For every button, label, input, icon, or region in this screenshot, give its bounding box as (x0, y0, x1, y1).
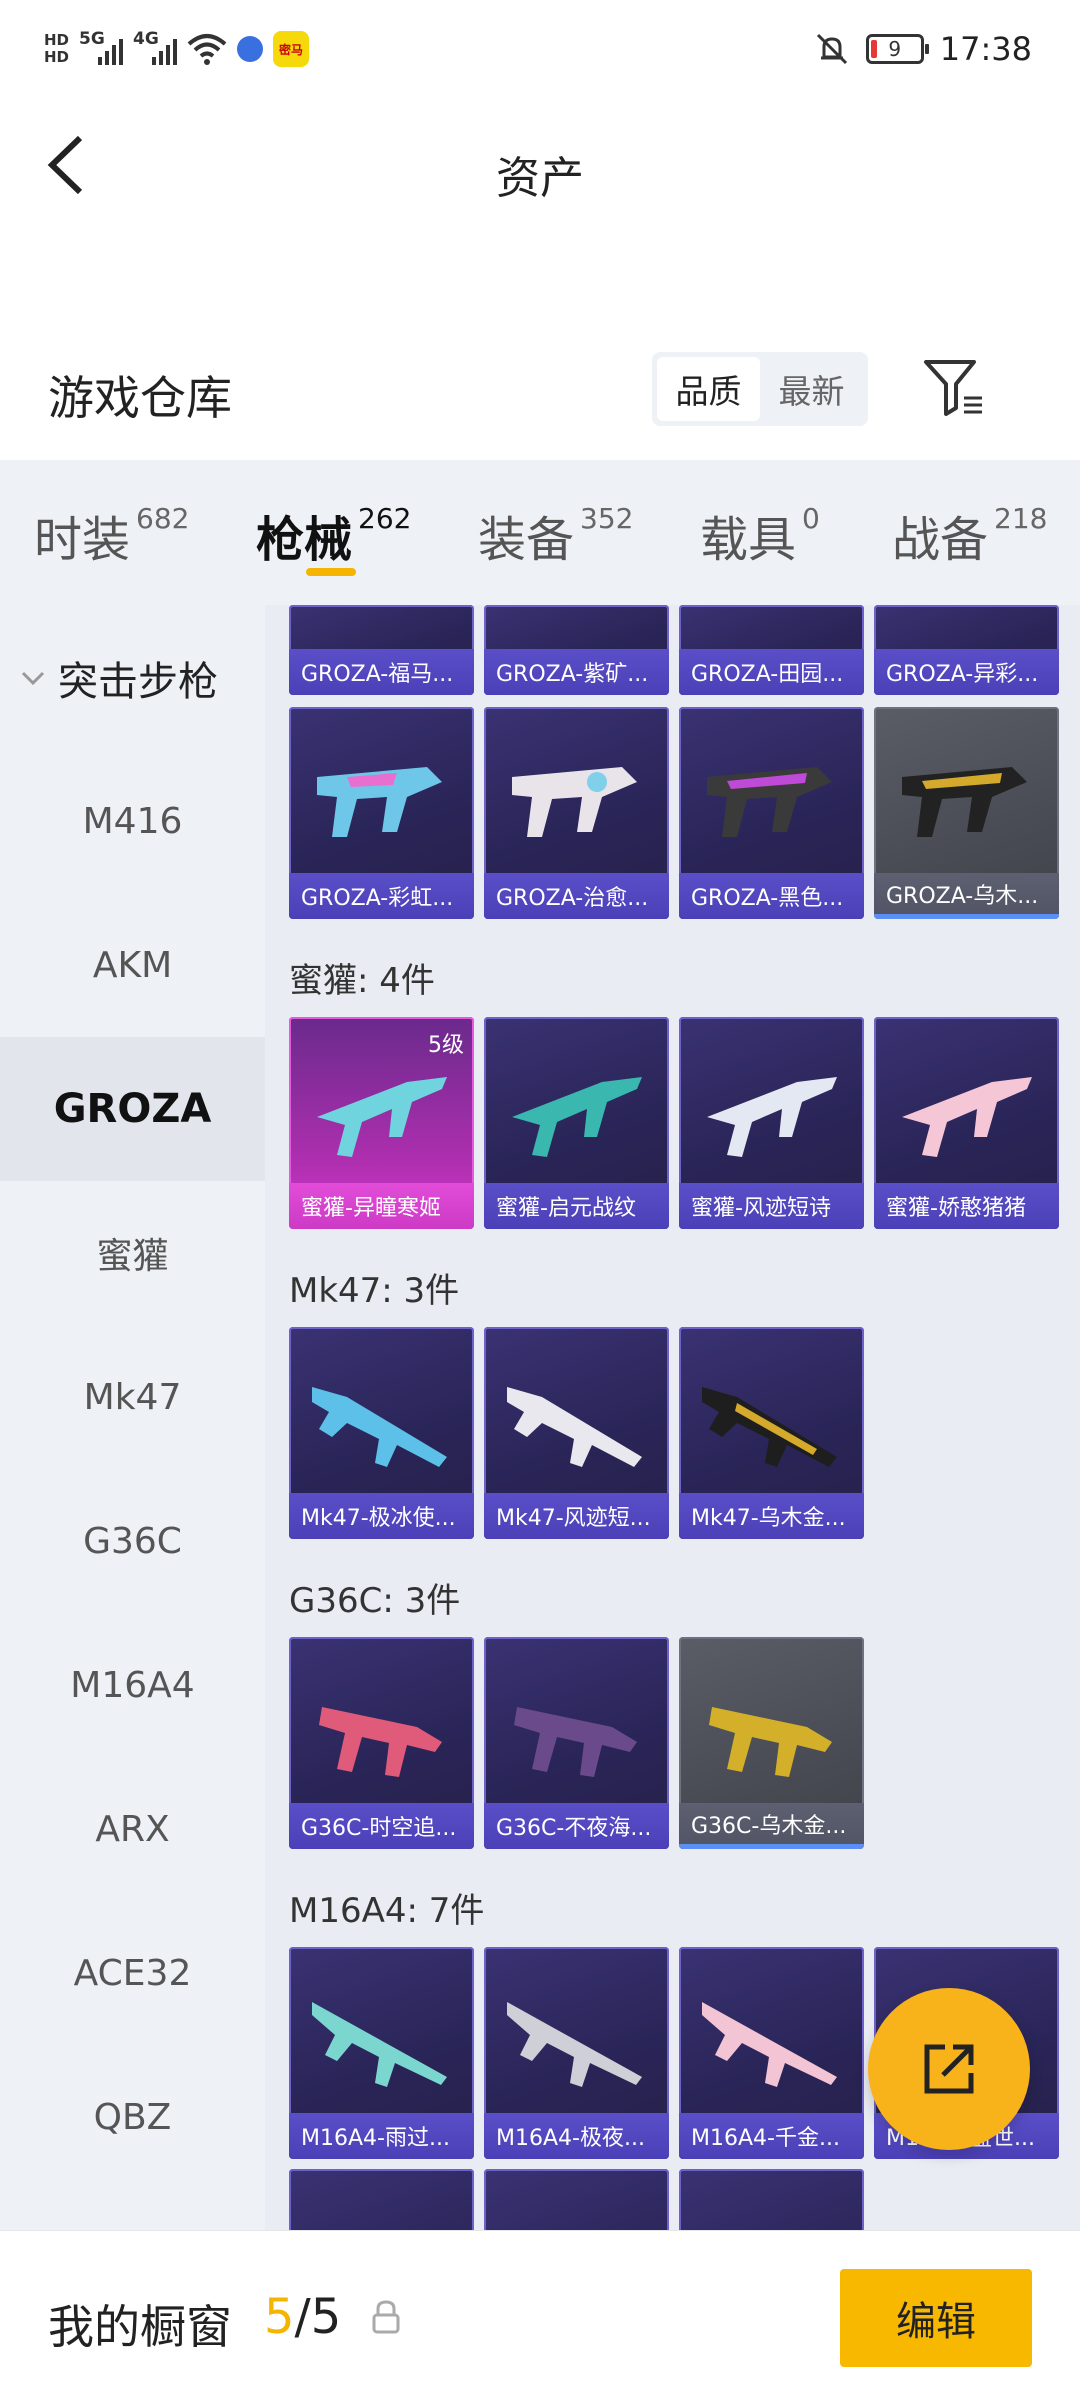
rifle-icon (702, 2002, 837, 2087)
battery-icon: 9 (865, 34, 929, 64)
filter-icon[interactable] (920, 354, 986, 420)
skin-card[interactable]: GROZA-乌木... (874, 707, 1059, 919)
smg-icon (902, 1077, 1032, 1157)
smg-icon (707, 1077, 837, 1157)
app-notification-icon (237, 36, 264, 62)
skin-card[interactable]: GROZA-异彩... (874, 605, 1059, 695)
sidebar-item-m416[interactable]: M416 (0, 749, 265, 893)
rifle-icon (902, 767, 1027, 837)
skin-card[interactable]: Mk47-乌木金... (679, 1327, 864, 1539)
skin-card[interactable] (484, 2169, 669, 2230)
skin-card[interactable]: 蜜獾-娇憨猪猪 (874, 1017, 1059, 1229)
section-title-g36c: G36C: 3件 (289, 1581, 461, 1621)
warehouse-title: 游戏仓库 (48, 371, 232, 425)
tab-firearms[interactable]: 枪械 262 (256, 500, 411, 570)
sidebar-item-m16a4[interactable]: M16A4 (0, 1613, 265, 1757)
skin-card[interactable]: M16A4-千金... (679, 1947, 864, 2159)
smg-icon (709, 1707, 832, 1777)
wifi-icon (187, 34, 227, 65)
signal-5g-icon: 5G (79, 29, 124, 69)
skin-grid-area: GROZA-福马... GROZA-紫矿... GROZA-田园... GROZ… (265, 605, 1080, 2230)
skin-card[interactable]: G36C-乌木金... (679, 1637, 864, 1849)
status-bar: HD HD 5G 4G 密马 9 17:38 (0, 0, 1080, 100)
share-icon (924, 2044, 974, 2094)
sort-quality-button[interactable]: 品质 (657, 357, 760, 421)
edit-button[interactable]: 编辑 (840, 2269, 1032, 2367)
rifle-icon (507, 2002, 642, 2087)
skin-card[interactable]: GROZA-福马... (289, 605, 474, 695)
rifle-icon (702, 1387, 837, 1467)
sort-latest-button[interactable]: 最新 (760, 357, 863, 421)
sidebar-item-ace32[interactable]: ACE32 (0, 1901, 265, 2045)
rifle-icon (707, 767, 832, 837)
rifle-icon (507, 1387, 642, 1467)
page-title: 资产 (496, 153, 584, 204)
skin-card[interactable]: 蜜獾-启元战纹 (484, 1017, 669, 1229)
skin-card[interactable]: Mk47-风迹短... (484, 1327, 669, 1539)
sidebar-item-qbz[interactable]: QBZ (0, 2045, 265, 2189)
rifle-icon (312, 1387, 447, 1467)
section-title-honey-badger: 蜜獾: 4件 (289, 961, 435, 1001)
skin-card[interactable]: GROZA-田园... (679, 605, 864, 695)
skin-card[interactable]: GROZA-治愈... (484, 707, 669, 919)
share-button[interactable] (868, 1988, 1030, 2150)
active-tab-indicator (306, 568, 356, 576)
skin-card[interactable]: GROZA-彩虹... (289, 707, 474, 919)
skin-card[interactable]: M16A4-极夜... (484, 1947, 669, 2159)
sidebar-item-groza[interactable]: GROZA (0, 1037, 265, 1181)
rifle-icon (512, 767, 637, 837)
smg-icon (319, 1707, 442, 1777)
m16a4-row-2 (289, 2169, 864, 2230)
groza-row-1: GROZA-福马... GROZA-紫矿... GROZA-田园... GROZ… (289, 605, 1059, 695)
mk47-row: Mk47-极冰使... Mk47-风迹短... Mk47-乌木金... (289, 1327, 864, 1539)
sort-toggle: 品质 最新 (652, 352, 868, 426)
tab-fashion[interactable]: 时装 682 (34, 500, 189, 570)
sidebar-item-akm[interactable]: AKM (0, 893, 265, 1037)
signal-4g-icon: 4G (133, 29, 178, 69)
warehouse-header: 游戏仓库 品质 最新 (0, 320, 1080, 460)
status-right: 9 17:38 (814, 26, 1032, 72)
skin-card[interactable]: G36C-不夜海... (484, 1637, 669, 1849)
skin-card[interactable] (289, 2169, 474, 2230)
rifle-icon (317, 767, 442, 837)
sidebar-group-assault-rifles[interactable]: 突击步枪 (20, 649, 218, 707)
skin-card[interactable]: 蜜獾-风迹短诗 (679, 1017, 864, 1229)
tab-supplies[interactable]: 战备 218 (892, 500, 1047, 570)
sidebar-item-honey-badger[interactable]: 蜜獾 (0, 1181, 265, 1325)
sidebar-item-arx[interactable]: ARX (0, 1757, 265, 1901)
clock: 17:38 (939, 30, 1032, 68)
lock-icon (372, 2300, 400, 2334)
sidebar-item-g36c[interactable]: G36C (0, 1469, 265, 1613)
skin-card[interactable]: GROZA-紫矿... (484, 605, 669, 695)
honey-badger-row: 5级 蜜獾-异瞳寒姬 蜜獾-启元战纹 蜜獾-风迹短诗 蜜獾-娇憨猪猪 (289, 1017, 1059, 1229)
showcase-bar: 我的橱窗 5/5 编辑 (0, 2230, 1080, 2400)
app-badge-icon: 密马 (273, 31, 310, 67)
skin-card[interactable]: Mk47-极冰使... (289, 1327, 474, 1539)
weapon-sidebar: 突击步枪 M416 AKM GROZA 蜜獾 Mk47 G36C M16A4 A… (0, 605, 265, 2230)
category-tabs: 时装 682 枪械 262 装备 352 载具 0 战备 218 (0, 460, 1080, 605)
smg-icon (317, 1077, 447, 1157)
skin-card[interactable] (679, 2169, 864, 2230)
tab-vehicles[interactable]: 载具 0 (700, 500, 820, 570)
groza-row-2: GROZA-彩虹... GROZA-治愈... GROZA-黑色... GROZ… (289, 707, 1059, 919)
showcase-count: 5/5 (264, 2289, 342, 2345)
section-title-mk47: Mk47: 3件 (289, 1271, 460, 1311)
hd-icon: HD HD (44, 31, 70, 66)
sidebar-item-mk47[interactable]: Mk47 (0, 1325, 265, 1469)
skin-card[interactable]: M16A4-雨过... (289, 1947, 474, 2159)
smg-icon (512, 1077, 642, 1157)
skin-card[interactable]: GROZA-黑色... (679, 707, 864, 919)
section-title-m16a4: M16A4: 7件 (289, 1891, 485, 1931)
rifle-icon (312, 2002, 447, 2087)
skin-card[interactable]: G36C-时空追... (289, 1637, 474, 1849)
tab-equipment[interactable]: 装备 352 (478, 500, 633, 570)
showcase-label: 我的橱窗 (48, 2300, 232, 2354)
smg-icon (514, 1707, 637, 1777)
g36c-row: G36C-时空追... G36C-不夜海... G36C-乌木金... (289, 1637, 864, 1849)
chevron-down-icon (21, 671, 45, 686)
mute-bell-icon (816, 33, 847, 65)
skin-card[interactable]: 5级 蜜獾-异瞳寒姬 (289, 1017, 474, 1229)
status-left: HD HD 5G 4G 密马 (44, 24, 310, 74)
header: 资产 (0, 100, 1080, 230)
